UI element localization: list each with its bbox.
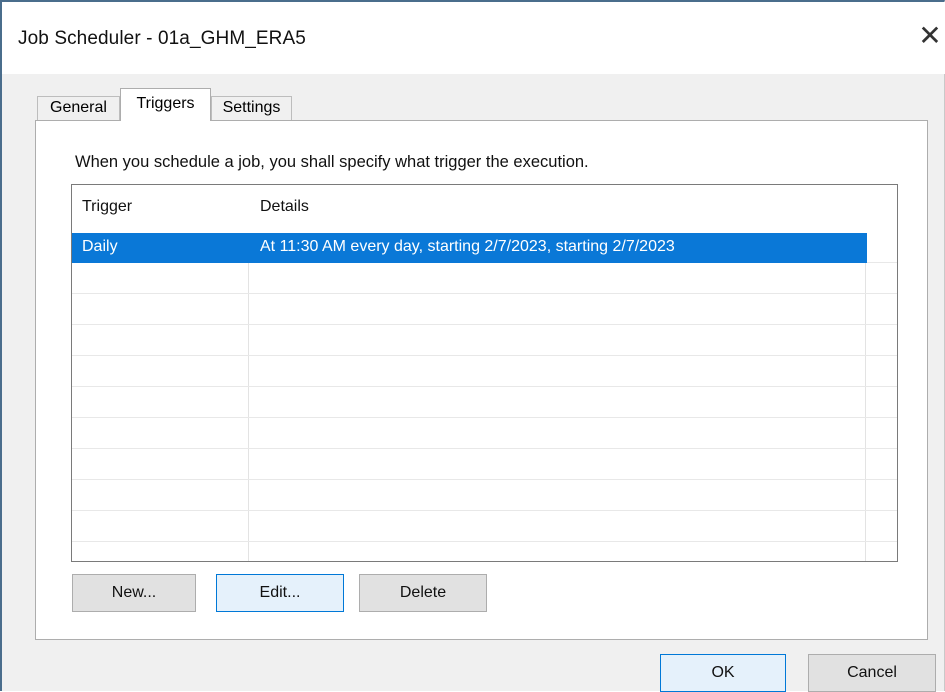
- new-trigger-button[interactable]: New...: [72, 574, 196, 612]
- empty-row: [72, 357, 897, 387]
- edit-trigger-button[interactable]: Edit...: [216, 574, 344, 612]
- cell-details: At 11:30 AM every day, starting 2/7/2023…: [260, 238, 675, 255]
- empty-row: [72, 326, 897, 356]
- ok-button[interactable]: OK: [660, 654, 786, 692]
- delete-trigger-button[interactable]: Delete: [359, 574, 487, 612]
- empty-row: [72, 264, 897, 294]
- table-row[interactable]: Daily At 11:30 AM every day, starting 2/…: [72, 233, 897, 263]
- cell-trigger: Daily: [82, 238, 118, 255]
- list-header: Trigger Details: [72, 185, 897, 233]
- empty-row: [72, 450, 897, 480]
- empty-row: [72, 419, 897, 449]
- triggers-list[interactable]: Trigger Details Daily At 11:30 AM every …: [71, 184, 898, 562]
- tab-settings[interactable]: Settings: [211, 96, 292, 120]
- job-scheduler-dialog: Job Scheduler - 01a_GHM_ERA5 ✕ General T…: [0, 0, 945, 692]
- cancel-button[interactable]: Cancel: [808, 654, 936, 692]
- close-icon[interactable]: ✕: [916, 18, 944, 54]
- column-header-trigger[interactable]: Trigger: [82, 198, 132, 216]
- column-header-details[interactable]: Details: [260, 198, 309, 216]
- triggers-tab-panel: When you schedule a job, you shall speci…: [35, 120, 928, 640]
- tab-triggers[interactable]: Triggers: [120, 88, 211, 121]
- empty-row: [72, 512, 897, 542]
- window-title: Job Scheduler - 01a_GHM_ERA5: [18, 28, 306, 49]
- empty-row: [72, 481, 897, 511]
- tab-general[interactable]: General: [37, 96, 120, 120]
- empty-row: [72, 295, 897, 325]
- empty-row: [72, 388, 897, 418]
- panel-description: When you schedule a job, you shall speci…: [75, 153, 589, 171]
- title-bar: Job Scheduler - 01a_GHM_ERA5 ✕: [2, 2, 945, 74]
